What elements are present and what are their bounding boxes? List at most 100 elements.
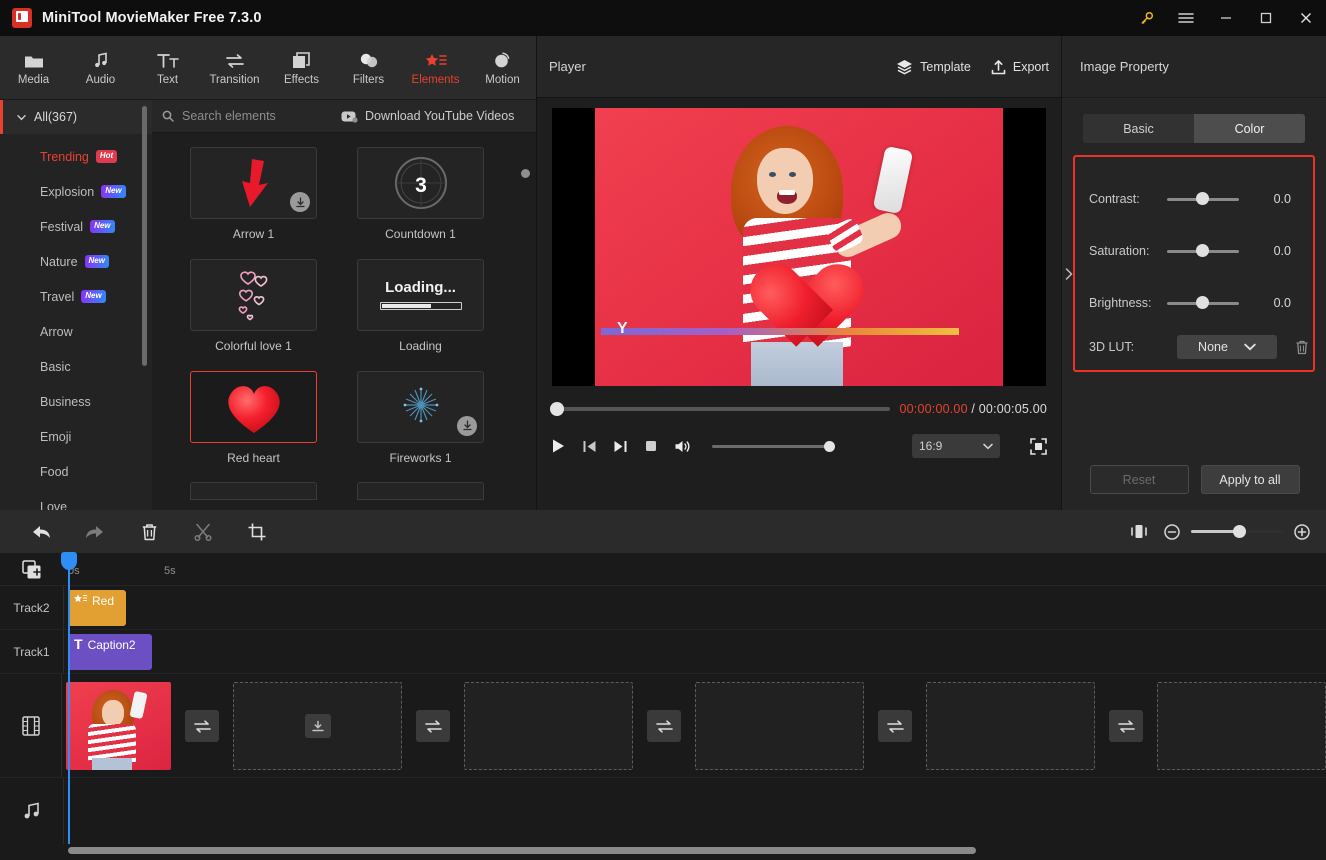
tool-audio[interactable]: Audio: [67, 36, 134, 100]
key-icon[interactable]: [1126, 0, 1166, 36]
element-item-partial[interactable]: [190, 482, 317, 501]
category-item-food[interactable]: Food: [0, 454, 152, 489]
category-item-trending[interactable]: Trending Hot: [0, 139, 152, 174]
brightness-handle[interactable]: [1196, 296, 1209, 309]
media-placeholder-slot[interactable]: [464, 682, 633, 770]
playhead-handle[interactable]: [61, 552, 77, 570]
saturation-slider[interactable]: [1167, 244, 1239, 257]
timeline-ruler[interactable]: 0s 5s: [64, 554, 1326, 585]
clip-element-red[interactable]: Red: [68, 590, 126, 626]
category-item-basic[interactable]: Basic: [0, 349, 152, 384]
download-icon[interactable]: [290, 192, 310, 212]
search-input[interactable]: Search elements: [152, 109, 337, 123]
chevron-right-icon[interactable]: [1065, 268, 1073, 280]
media-placeholder-slot[interactable]: [926, 682, 1095, 770]
seek-slider[interactable]: [550, 402, 890, 416]
elements-scrollbar[interactable]: [521, 169, 530, 178]
tool-effects[interactable]: Effects: [268, 36, 335, 100]
element-item-countdown-1[interactable]: 3 Countdown 1: [357, 147, 484, 251]
preview-canvas[interactable]: Y: [552, 108, 1046, 386]
tool-elements[interactable]: Elements: [402, 36, 469, 100]
aspect-ratio-select[interactable]: 16:9: [912, 434, 1000, 458]
seek-handle[interactable]: [550, 402, 564, 416]
tool-motion[interactable]: Motion: [469, 36, 536, 100]
add-transition-button[interactable]: [864, 682, 926, 770]
category-item-explosion[interactable]: Explosion New: [0, 174, 152, 209]
category-item-nature[interactable]: Nature New: [0, 244, 152, 279]
element-item-partial[interactable]: [357, 482, 484, 501]
saturation-handle[interactable]: [1196, 244, 1209, 257]
category-item-love[interactable]: Love: [0, 489, 152, 511]
tab-color[interactable]: Color: [1194, 114, 1305, 143]
zoom-in-icon[interactable]: [1294, 523, 1310, 540]
category-scrollbar[interactable]: [142, 106, 147, 366]
minimize-icon[interactable]: [1206, 0, 1246, 36]
element-item-loading[interactable]: Loading... Loading: [357, 258, 484, 363]
download-youtube-button[interactable]: Download YouTube Videos: [341, 109, 514, 123]
redo-button[interactable]: [68, 510, 122, 554]
split-button[interactable]: [176, 510, 230, 554]
download-icon[interactable]: [457, 415, 477, 436]
add-transition-button[interactable]: [633, 682, 695, 770]
timeline-horizontal-scrollbar[interactable]: [68, 847, 976, 854]
fullscreen-icon[interactable]: [1030, 437, 1047, 455]
volume-handle[interactable]: [824, 440, 835, 452]
volume-slider[interactable]: [712, 440, 835, 452]
element-item-red-heart[interactable]: Red heart: [190, 370, 317, 475]
media-placeholder-slot[interactable]: [695, 682, 864, 770]
zoom-slider[interactable]: [1191, 525, 1283, 538]
add-transition-button[interactable]: [1095, 682, 1157, 770]
tool-text[interactable]: Text: [134, 36, 201, 100]
element-item-fireworks-1[interactable]: Fireworks 1: [357, 370, 484, 475]
delete-button[interactable]: [122, 510, 176, 554]
reset-button[interactable]: Reset: [1089, 465, 1189, 494]
crop-button[interactable]: [230, 510, 284, 554]
playhead[interactable]: [61, 552, 77, 844]
media-placeholder-slot[interactable]: [233, 682, 402, 770]
contrast-slider[interactable]: [1167, 192, 1239, 205]
fit-timeline-icon[interactable]: [1125, 510, 1153, 554]
zoom-out-icon[interactable]: [1164, 523, 1180, 540]
template-button[interactable]: Template: [896, 59, 971, 75]
category-all[interactable]: All(367): [0, 100, 152, 134]
play-button[interactable]: [551, 438, 566, 454]
add-transition-button[interactable]: [402, 682, 464, 770]
category-item-emoji[interactable]: Emoji: [0, 419, 152, 454]
track-body-2[interactable]: Red: [64, 586, 1326, 629]
media-placeholder-slot[interactable]: [1157, 682, 1326, 770]
zoom-slider-handle[interactable]: [1233, 525, 1246, 538]
previous-frame-button[interactable]: [582, 439, 597, 454]
tool-filters[interactable]: Filters: [335, 36, 402, 100]
caption-overlay[interactable]: Y: [601, 320, 961, 338]
contrast-handle[interactable]: [1196, 192, 1209, 205]
apply-to-all-button[interactable]: Apply to all: [1200, 465, 1300, 494]
tool-media[interactable]: Media: [0, 36, 67, 100]
clip-caption2[interactable]: T Caption2: [68, 634, 152, 670]
close-icon[interactable]: [1286, 0, 1326, 36]
export-button[interactable]: Export: [991, 59, 1049, 75]
category-item-travel[interactable]: Travel New: [0, 279, 152, 314]
category-item-business[interactable]: Business: [0, 384, 152, 419]
audio-track-body[interactable]: [64, 778, 1326, 844]
tab-basic[interactable]: Basic: [1083, 114, 1194, 143]
menu-icon[interactable]: [1166, 0, 1206, 36]
track-row-2: Track2 Red: [0, 586, 1326, 630]
video-track-body[interactable]: [62, 674, 1326, 777]
next-frame-button[interactable]: [613, 439, 628, 454]
brightness-slider[interactable]: [1167, 296, 1239, 309]
add-track-icon[interactable]: [0, 554, 64, 585]
add-transition-button[interactable]: [171, 682, 233, 770]
undo-button[interactable]: [14, 510, 68, 554]
volume-button[interactable]: [674, 439, 692, 454]
video-clip-thumbnail[interactable]: [66, 682, 171, 770]
maximize-icon[interactable]: [1246, 0, 1286, 36]
category-item-festival[interactable]: Festival New: [0, 209, 152, 244]
stop-button[interactable]: [644, 439, 658, 453]
tool-transition[interactable]: Transition: [201, 36, 268, 100]
lut-select[interactable]: None: [1177, 335, 1277, 359]
track-body-1[interactable]: T Caption2: [64, 630, 1326, 673]
element-item-arrow-1[interactable]: Arrow 1: [190, 147, 317, 251]
trash-icon[interactable]: [1295, 340, 1309, 355]
category-item-arrow[interactable]: Arrow: [0, 314, 152, 349]
element-item-colorful-love-1[interactable]: Colorful love 1: [190, 258, 317, 363]
